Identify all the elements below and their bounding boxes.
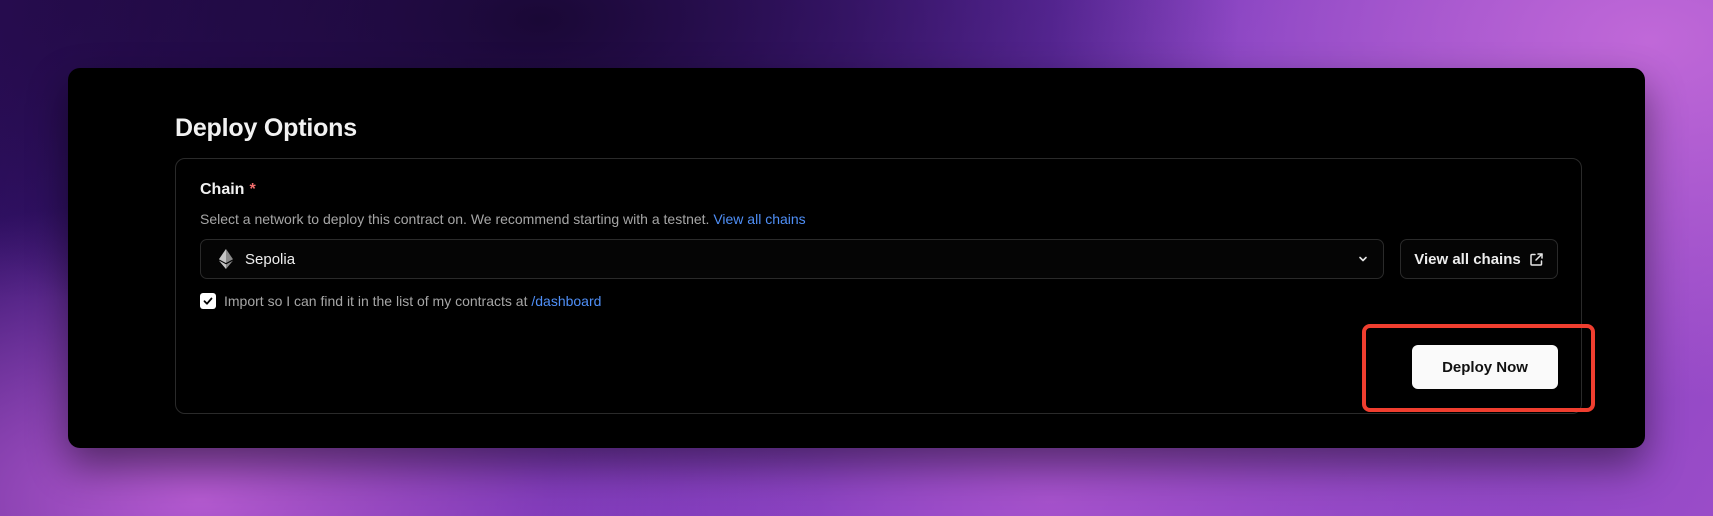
deploy-options-card: Deploy Options Chain * Select a network t… <box>68 68 1645 448</box>
deploy-now-label: Deploy Now <box>1442 358 1528 376</box>
view-all-chains-link[interactable]: View all chains <box>713 211 805 227</box>
chevron-down-icon <box>1357 253 1369 265</box>
import-checkbox[interactable] <box>200 293 216 309</box>
external-link-icon <box>1529 252 1544 267</box>
deploy-now-button[interactable]: Deploy Now <box>1412 345 1558 389</box>
chain-field-label: Chain * <box>200 181 256 199</box>
ethereum-icon <box>219 249 233 269</box>
import-text: Import so I can find it in the list of m… <box>224 293 528 309</box>
helper-text: Select a network to deploy this contract… <box>200 211 710 227</box>
deploy-options-panel: Chain * Select a network to deploy this c… <box>175 158 1582 414</box>
required-marker: * <box>249 181 256 198</box>
import-option: Import so I can find it in the list of m… <box>200 293 601 309</box>
dashboard-link[interactable]: /dashboard <box>531 293 601 309</box>
import-label: Import so I can find it in the list of m… <box>224 293 601 309</box>
chain-select[interactable]: Sepolia <box>200 239 1384 279</box>
chain-select-value: Sepolia <box>245 250 296 268</box>
chain-label-text: Chain <box>200 181 245 198</box>
chain-helper-text: Select a network to deploy this contract… <box>200 211 806 227</box>
view-all-chains-button[interactable]: View all chains <box>1400 239 1558 279</box>
page-title: Deploy Options <box>175 114 357 142</box>
checkmark-icon <box>203 297 213 305</box>
view-all-chains-label: View all chains <box>1414 250 1521 268</box>
